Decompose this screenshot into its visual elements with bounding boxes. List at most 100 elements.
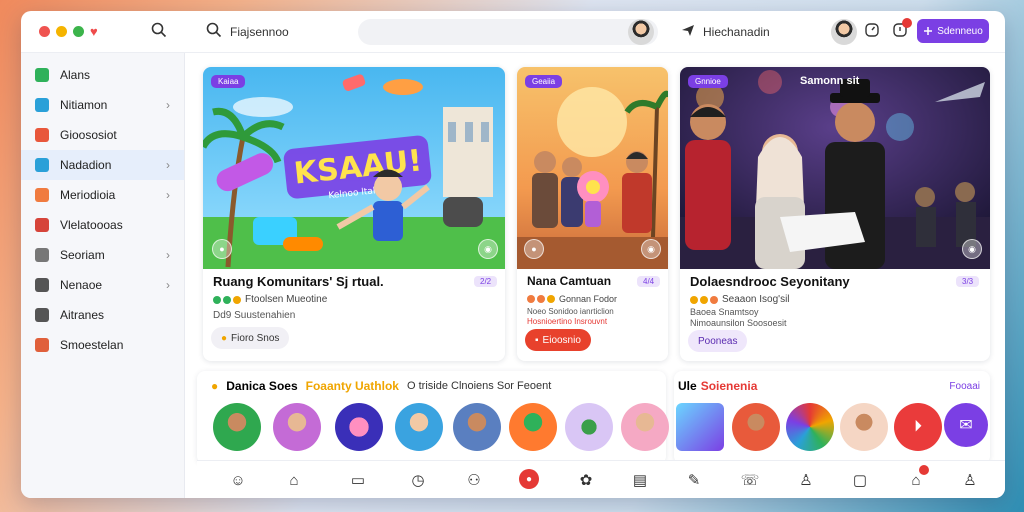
account-icon[interactable]: ♙	[959, 469, 981, 491]
play-icon[interactable]: ⏵	[894, 403, 942, 451]
rail-avatar-1[interactable]	[213, 403, 261, 451]
mail-icon[interactable]: ✉	[944, 403, 988, 447]
user-label[interactable]: Hiechanadin	[703, 25, 770, 39]
avatar[interactable]	[628, 19, 654, 45]
gift-icon[interactable]: ✿	[575, 469, 597, 491]
rail-avatar-7[interactable]	[565, 403, 613, 451]
rail-avatar-2[interactable]	[273, 403, 321, 451]
rail-heading: ● Danica Soes Foaanty Uathlok O triside …	[211, 379, 552, 393]
card-1-tag: Kaiaa	[211, 75, 246, 88]
sidebar-item-label: Nenaoe	[60, 278, 103, 292]
community-card-2[interactable]: Geaiia ● ◉ Nana Camtuan 4/4 Gonnan Fodor…	[517, 67, 668, 361]
people-icon[interactable]: ⚇	[463, 469, 485, 491]
gauge-icon[interactable]	[864, 22, 880, 42]
card-3-meta: Seaaon Isog'sil	[690, 294, 790, 305]
card-1-author-avatar[interactable]: ●	[212, 239, 232, 259]
card-3-tag: Gnnioe	[688, 75, 728, 88]
card-3-sub2: Nimoaunsilon Soosoesit	[690, 318, 787, 328]
sidebar-item-label: Vlelatoooas	[60, 218, 123, 232]
sidebar-item-2[interactable]: Nitiamon ›	[21, 90, 184, 120]
card-2-meta: Gonnan Fodor	[527, 294, 617, 304]
profile-avatar[interactable]	[831, 19, 857, 45]
profile-icon[interactable]: ♙	[795, 469, 817, 491]
note-icon	[35, 218, 49, 232]
card-3-count-icon[interactable]: ◉	[962, 239, 982, 259]
pen-icon	[35, 308, 49, 322]
app-window: ♥ Fiajsennoo Hiechanadin Sdenneuo Alans N	[21, 11, 1005, 498]
send-icon[interactable]	[681, 23, 695, 41]
card-1-image: KSAAU! Kelnoo ltalcles Kaiaa ● ◉	[203, 67, 505, 269]
card-3-button[interactable]: Pooneas	[688, 330, 748, 352]
primary-action-button[interactable]: Sdenneuo	[917, 19, 989, 43]
card-1-meta: Ftoolsen Mueotine	[213, 294, 327, 305]
card-1-chip: 2/2	[474, 276, 498, 287]
rail-scene-4[interactable]	[840, 403, 888, 451]
rail-scene-3[interactable]	[786, 403, 834, 451]
bookmark-icon[interactable]: ▢	[849, 469, 871, 491]
card-2-tag: Geaiia	[525, 75, 563, 88]
card-1-count-icon[interactable]: ◉	[478, 239, 498, 259]
rail-scene-1[interactable]	[676, 403, 724, 451]
close-dot[interactable]	[39, 26, 50, 37]
rail-avatar-5[interactable]	[453, 403, 501, 451]
see-all-link[interactable]: Fooaai	[949, 381, 980, 392]
rail-avatar-6[interactable]	[509, 403, 557, 451]
chevron-right-icon[interactable]: ›	[166, 188, 170, 202]
chevron-right-icon[interactable]: ›	[166, 158, 170, 172]
rail-heading-tail: O triside Clnoiens Sor Feoent	[406, 380, 552, 392]
sidebar-item-1[interactable]: Alans	[21, 60, 184, 90]
sidebar-item-8[interactable]: Nenaoe ›	[21, 270, 184, 300]
chevron-right-icon[interactable]: ›	[166, 278, 170, 292]
sidebar-item-label: Nadadion	[60, 158, 112, 172]
sidebar-item-7[interactable]: Seoriam ›	[21, 240, 184, 270]
rail-avatar-3[interactable]	[335, 403, 383, 451]
sidebar-item-label: Nitiamon	[60, 98, 108, 112]
chevron-right-icon[interactable]: ›	[166, 248, 170, 262]
sidebar-item-4[interactable]: Nadadion ›	[21, 150, 184, 180]
bookmark-icon	[35, 188, 49, 202]
rail-scene-2[interactable]	[732, 403, 780, 451]
top-bar: ♥ Fiajsennoo Hiechanadin Sdenneuo	[21, 11, 1005, 53]
clock-icon[interactable]: ◷	[407, 469, 429, 491]
card-2-author-avatar[interactable]: ●	[524, 239, 544, 259]
chevron-right-icon[interactable]: ›	[166, 98, 170, 112]
shield-icon	[35, 248, 49, 262]
card-2-sub2: Hosnioertino Insrouvnt	[527, 317, 608, 326]
maximize-dot[interactable]	[73, 26, 84, 37]
sidebar-item-9[interactable]: Aitranes	[21, 300, 184, 330]
sidebar-item-5[interactable]: Meriodioia ›	[21, 180, 184, 210]
search-icon[interactable]	[151, 22, 167, 42]
notification-badge	[902, 18, 912, 28]
coin-icon: ●	[221, 332, 228, 344]
community-card-1[interactable]: KSAAU! Kelnoo ltalcles Kaiaa ● ◉ Ruang K…	[203, 67, 505, 361]
sidebar-item-6[interactable]: Vlelatoooas	[21, 210, 184, 240]
record-icon[interactable]: ●	[519, 469, 539, 489]
rail-avatar-8[interactable]	[621, 403, 669, 451]
home-icon[interactable]: ⌂	[283, 469, 305, 491]
message-icon[interactable]: ☏	[739, 469, 761, 491]
chat-icon	[35, 158, 49, 172]
card-1-title[interactable]: Ruang Komunitars' Sj rtual.	[213, 274, 384, 289]
inbox-icon[interactable]: ▭	[347, 469, 369, 491]
card-1-button[interactable]: ● Fioro Snos	[211, 327, 290, 349]
minimize-dot[interactable]	[56, 26, 67, 37]
sidebar-item-3[interactable]: Gioososiot	[21, 120, 184, 150]
rail-avatar-4[interactable]	[395, 403, 443, 451]
card-2-button[interactable]: ▪ Eioosnio	[525, 329, 591, 351]
edit-icon[interactable]: ✎	[683, 469, 705, 491]
community-card-3[interactable]: Gnnioe Samonn sit ◉ Dolaesndrooc Seyonit…	[680, 67, 990, 361]
sidebar-item-10[interactable]: Smoestelan	[21, 330, 184, 360]
card-3-tag2: Samonn sit	[800, 75, 860, 87]
scene-heading: Ule Soienenia	[678, 379, 758, 393]
sidebar: Alans Nitiamon › Gioososiot Nadadion › Meriodi…	[21, 53, 185, 498]
heart-icon[interactable]: ♥	[90, 25, 98, 38]
flag-icon	[35, 128, 49, 142]
globe-icon	[35, 338, 49, 352]
calendar-icon[interactable]: ▤	[629, 469, 651, 491]
scene-rail: Ule Soienenia Fooaai ⏵ ✉	[674, 371, 990, 464]
card-3-title[interactable]: Dolaesndrooc Seyonitany	[690, 274, 850, 289]
chat-icon[interactable]: ☺	[227, 469, 249, 491]
card-2-count-icon[interactable]: ◉	[641, 239, 661, 259]
search-input[interactable]	[358, 19, 658, 45]
card-2-title[interactable]: Nana Camtuan	[527, 274, 611, 288]
